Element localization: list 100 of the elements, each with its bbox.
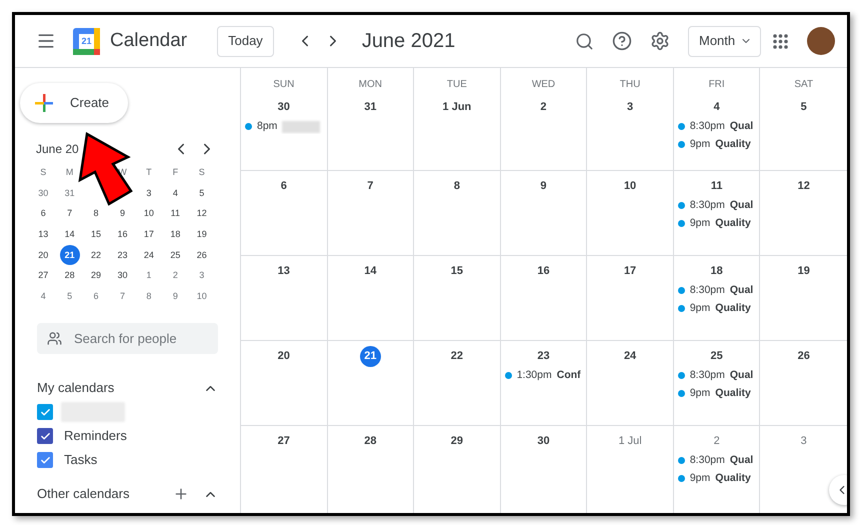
event-chip[interactable]: 8:30pm Qual bbox=[678, 119, 760, 134]
mini-calendar-day[interactable]: 8 bbox=[138, 286, 159, 307]
event-chip[interactable]: 9pm Quality bbox=[678, 471, 760, 486]
calendar-checkbox[interactable] bbox=[37, 404, 53, 420]
calendar-checkbox[interactable] bbox=[37, 428, 53, 444]
mini-calendar-day[interactable]: 29 bbox=[86, 266, 106, 286]
mini-calendar-day[interactable]: 1 bbox=[138, 266, 159, 286]
day-number[interactable]: 29 bbox=[448, 431, 466, 452]
event-chip[interactable]: 8:30pm Qual bbox=[678, 368, 760, 383]
day-number[interactable]: 2 bbox=[538, 97, 549, 118]
event-chip[interactable]: 9pm Quality bbox=[678, 301, 760, 316]
day-number[interactable]: 3 bbox=[798, 431, 809, 452]
mini-calendar-day[interactable]: 11 bbox=[165, 204, 186, 224]
day-number[interactable]: 9 bbox=[538, 176, 549, 197]
day-number[interactable]: 6 bbox=[278, 176, 289, 197]
mini-calendar-day[interactable]: 9 bbox=[112, 204, 132, 224]
mini-calendar-day[interactable]: 7 bbox=[60, 204, 80, 224]
day-number[interactable]: 30 bbox=[276, 97, 292, 118]
mini-calendar-day[interactable]: 3 bbox=[192, 266, 212, 286]
mini-calendar-day[interactable]: 26 bbox=[192, 245, 212, 266]
day-number[interactable]: 18 bbox=[708, 261, 725, 282]
event-chip[interactable]: 9pm Quality bbox=[678, 137, 760, 152]
mini-calendar-day[interactable]: 4 bbox=[33, 286, 54, 307]
day-number[interactable]: 1 Jul bbox=[616, 431, 644, 452]
day-number[interactable]: 15 bbox=[448, 261, 466, 282]
day-number[interactable]: 12 bbox=[796, 176, 812, 197]
mini-calendar-day[interactable]: 20 bbox=[33, 245, 54, 266]
mini-calendar-day[interactable]: 8 bbox=[86, 204, 106, 224]
event-chip[interactable]: 8pm bbox=[245, 119, 327, 134]
mini-calendar-day[interactable]: 23 bbox=[112, 245, 132, 266]
event-time: 8:30pm bbox=[690, 453, 725, 468]
mini-calendar-day[interactable]: 25 bbox=[165, 245, 186, 266]
mini-calendar-day[interactable]: 27 bbox=[33, 266, 54, 286]
mini-calendar-day[interactable]: 13 bbox=[33, 224, 54, 245]
create-button[interactable]: Create bbox=[20, 83, 128, 123]
mini-calendar-day[interactable]: 22 bbox=[86, 245, 106, 266]
event-chip[interactable]: 8:30pm Qual bbox=[678, 198, 760, 213]
mini-calendar-day[interactable]: 18 bbox=[165, 224, 186, 245]
mini-calendar-day[interactable]: 10 bbox=[138, 204, 159, 224]
view-dropdown[interactable]: Month bbox=[688, 26, 761, 56]
day-number[interactable]: 19 bbox=[796, 261, 812, 282]
day-number[interactable]: 25 bbox=[708, 346, 725, 367]
day-number[interactable]: 23 bbox=[535, 346, 552, 367]
mini-calendar-day[interactable]: 6 bbox=[86, 286, 106, 307]
mini-calendar-day[interactable]: 3 bbox=[138, 183, 159, 204]
mini-calendar-day[interactable]: 6 bbox=[33, 204, 54, 224]
today-button[interactable]: Today bbox=[217, 26, 274, 56]
mini-calendar-day[interactable]: 4 bbox=[165, 183, 186, 204]
day-number[interactable]: 22 bbox=[448, 346, 466, 367]
day-number[interactable]: 26 bbox=[796, 346, 812, 367]
event-chip[interactable]: 8:30pm Qual bbox=[678, 453, 760, 468]
mini-calendar-day[interactable]: 21 bbox=[60, 245, 80, 266]
mini-calendar-day[interactable]: 17 bbox=[138, 224, 159, 245]
day-number[interactable]: 27 bbox=[276, 431, 292, 452]
event-chip[interactable]: 8:30pm Qual bbox=[678, 283, 760, 298]
mini-calendar-day[interactable]: 7 bbox=[112, 286, 132, 307]
day-number[interactable]: 5 bbox=[798, 97, 809, 118]
mini-calendar-day[interactable]: 30 bbox=[33, 183, 54, 204]
help-icon[interactable] bbox=[612, 31, 632, 51]
mini-calendar-day[interactable]: 31 bbox=[60, 183, 80, 204]
mini-calendar-day[interactable]: 19 bbox=[192, 224, 212, 245]
day-number[interactable]: 24 bbox=[622, 346, 638, 367]
apps-grid-icon[interactable] bbox=[773, 34, 788, 48]
day-number[interactable]: 1 Jun bbox=[440, 97, 474, 118]
day-number[interactable]: 10 bbox=[622, 176, 638, 197]
day-number[interactable]: 21 bbox=[360, 346, 381, 367]
settings-icon[interactable] bbox=[650, 31, 670, 51]
day-number[interactable]: 20 bbox=[276, 346, 292, 367]
event-chip[interactable]: 9pm Quality bbox=[678, 216, 760, 231]
day-number[interactable]: 4 bbox=[712, 97, 722, 118]
day-number[interactable]: 14 bbox=[362, 261, 378, 282]
day-number[interactable]: 7 bbox=[365, 176, 376, 197]
mini-calendar-day[interactable]: 5 bbox=[192, 183, 212, 204]
mini-calendar-day[interactable]: 24 bbox=[138, 245, 159, 266]
mini-calendar-day[interactable]: 12 bbox=[192, 204, 212, 224]
calendar-checkbox[interactable] bbox=[37, 452, 53, 468]
day-number[interactable]: 13 bbox=[276, 261, 292, 282]
day-number[interactable]: 17 bbox=[622, 261, 638, 282]
day-number[interactable]: 16 bbox=[535, 261, 552, 282]
mini-calendar-day[interactable]: 14 bbox=[60, 224, 80, 245]
mini-calendar-day[interactable]: 5 bbox=[60, 286, 80, 307]
search-icon[interactable] bbox=[575, 32, 594, 50]
day-number[interactable]: 31 bbox=[362, 97, 378, 118]
mini-calendar-day[interactable]: 30 bbox=[112, 266, 132, 286]
event-chip[interactable]: 9pm Quality bbox=[678, 386, 760, 401]
day-number[interactable]: 8 bbox=[452, 176, 462, 197]
day-number[interactable]: 28 bbox=[362, 431, 378, 452]
avatar[interactable] bbox=[807, 27, 835, 55]
day-number[interactable]: 11 bbox=[708, 176, 724, 197]
mini-calendar-day[interactable]: 9 bbox=[165, 286, 186, 307]
event-chip[interactable]: 1:30pm Conf bbox=[504, 368, 586, 383]
mini-calendar-day[interactable]: 16 bbox=[112, 224, 132, 245]
mini-calendar-day[interactable]: 2 bbox=[165, 266, 186, 286]
day-number[interactable]: 30 bbox=[535, 431, 552, 452]
people-search-field[interactable]: Search for people bbox=[37, 323, 218, 354]
mini-calendar-day[interactable]: 10 bbox=[192, 286, 212, 307]
day-number[interactable]: 3 bbox=[625, 97, 636, 118]
mini-calendar-day[interactable]: 15 bbox=[86, 224, 106, 245]
mini-calendar-day[interactable]: 28 bbox=[60, 266, 80, 286]
day-number[interactable]: 2 bbox=[712, 431, 722, 452]
